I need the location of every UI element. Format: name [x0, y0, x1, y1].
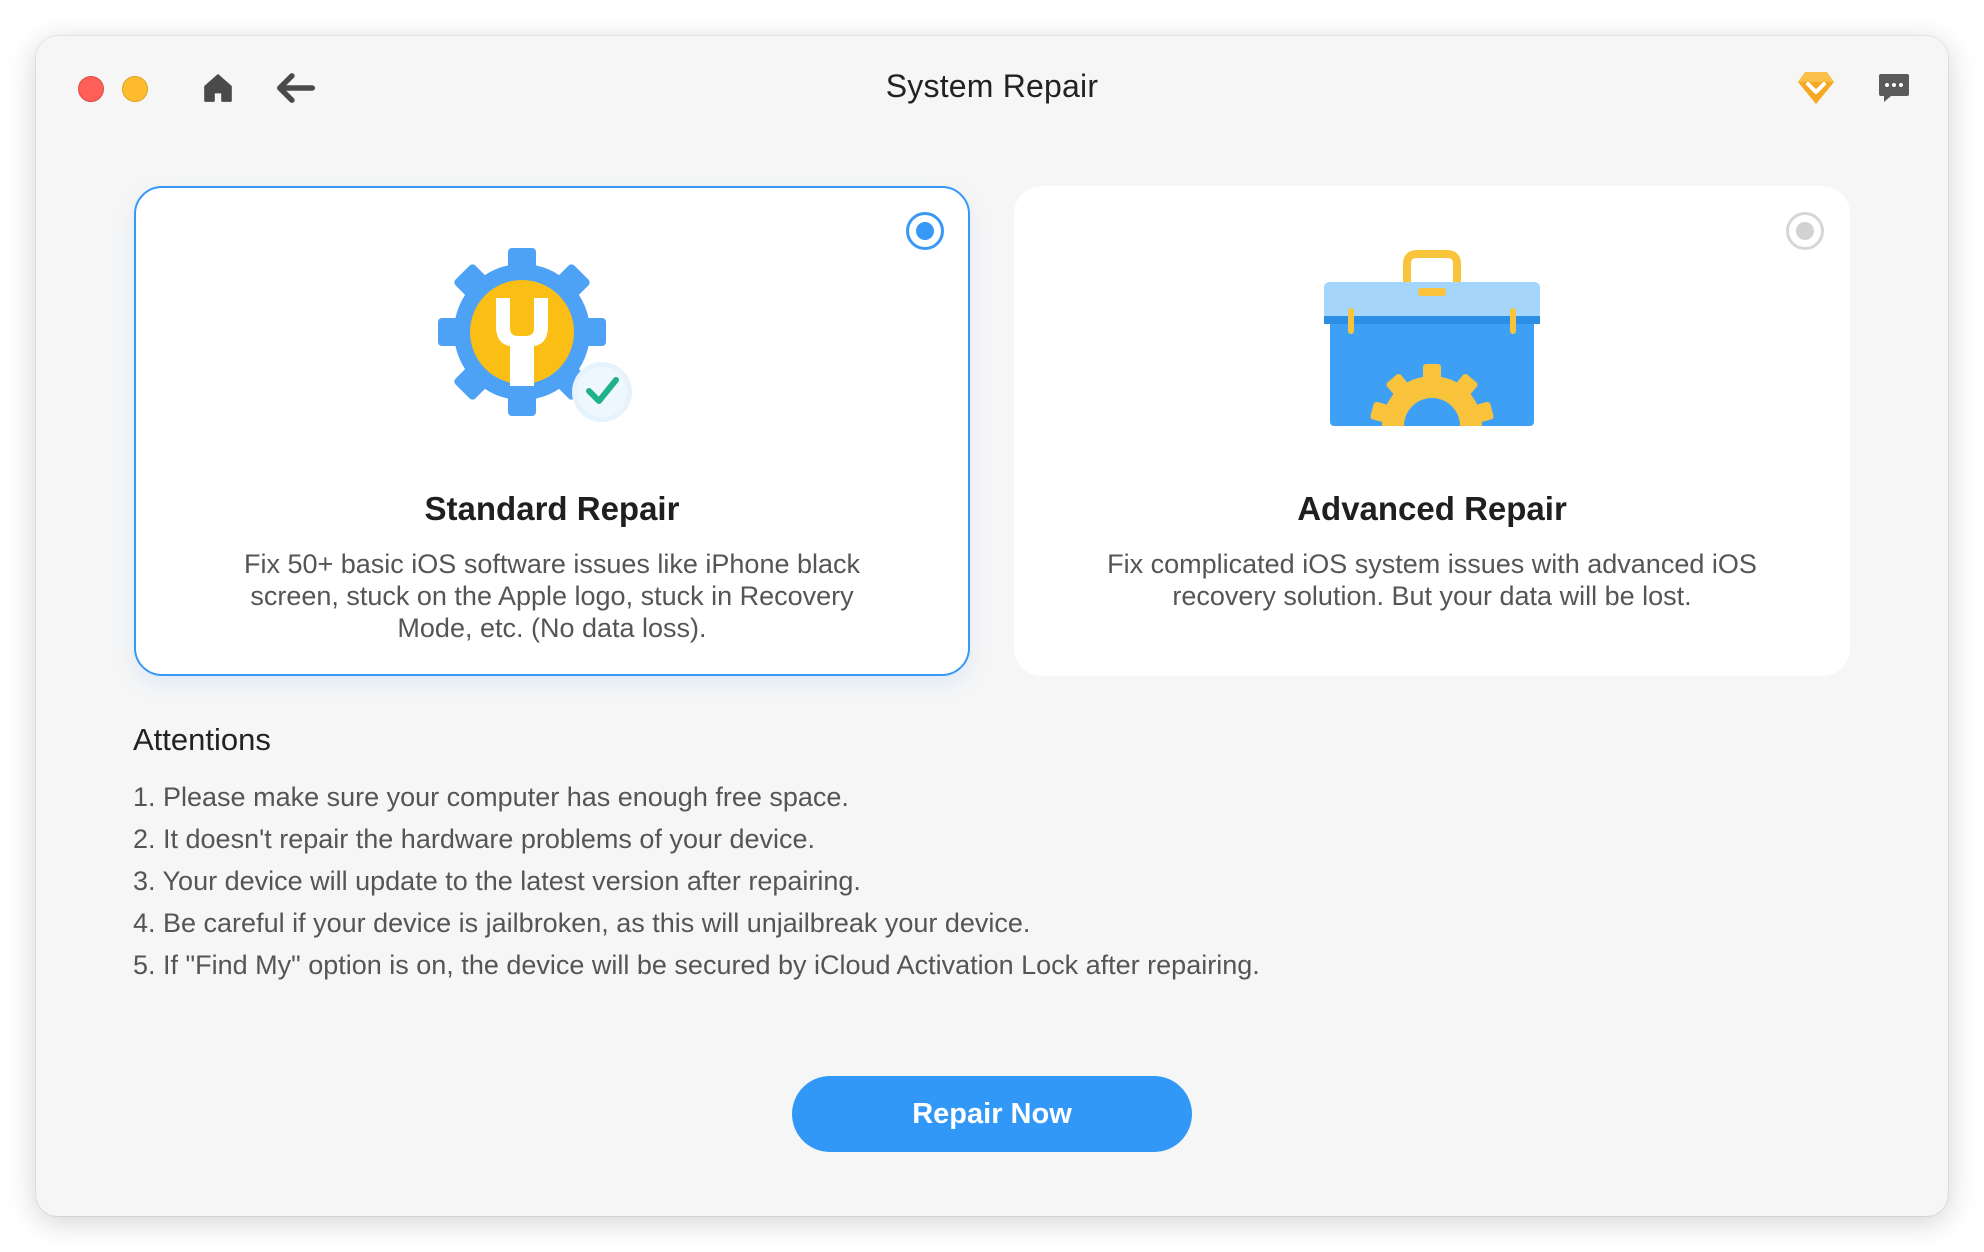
message-icon: [1879, 74, 1909, 102]
attention-item: 1. Please make sure your computer has en…: [133, 782, 849, 812]
gear-wrench-check-icon: [432, 248, 672, 438]
attention-item: 2. It doesn't repair the hardware proble…: [133, 824, 816, 854]
attention-item: 3. Your device will update to the latest…: [133, 866, 861, 896]
app-window: System Repair Standard Repair Fix 50+ ba…: [36, 36, 1948, 1216]
attentions-heading: Attentions: [133, 722, 271, 757]
attention-item: 5. If "Find My" option is on, the device…: [133, 950, 1260, 980]
premium-button[interactable]: [1794, 66, 1838, 110]
title-bar: System Repair: [36, 36, 1948, 136]
attentions-list: 1. Please make sure your computer has en…: [133, 776, 1260, 986]
standard-repair-card[interactable]: Standard Repair Fix 50+ basic iOS softwa…: [134, 186, 970, 676]
premium-diamond-icon: [1798, 72, 1834, 104]
standard-repair-title: Standard Repair: [424, 490, 680, 527]
advanced-repair-description: Fix complicated iOS system issues with a…: [1107, 549, 1757, 611]
window-title: System Repair: [885, 68, 1099, 104]
advanced-repair-radio[interactable]: [1786, 212, 1824, 250]
attention-item: 4. Be careful if your device is jailbrok…: [133, 908, 1031, 938]
standard-repair-description: Fix 50+ basic iOS software issues like i…: [243, 549, 861, 643]
toolbox-gear-icon: [1312, 248, 1552, 438]
standard-repair-radio[interactable]: [906, 212, 944, 250]
advanced-repair-card[interactable]: Advanced Repair Fix complicated iOS syst…: [1014, 186, 1850, 676]
feedback-button[interactable]: [1872, 66, 1916, 110]
advanced-repair-title: Advanced Repair: [1297, 490, 1567, 527]
repair-now-button[interactable]: Repair Now: [792, 1076, 1192, 1152]
